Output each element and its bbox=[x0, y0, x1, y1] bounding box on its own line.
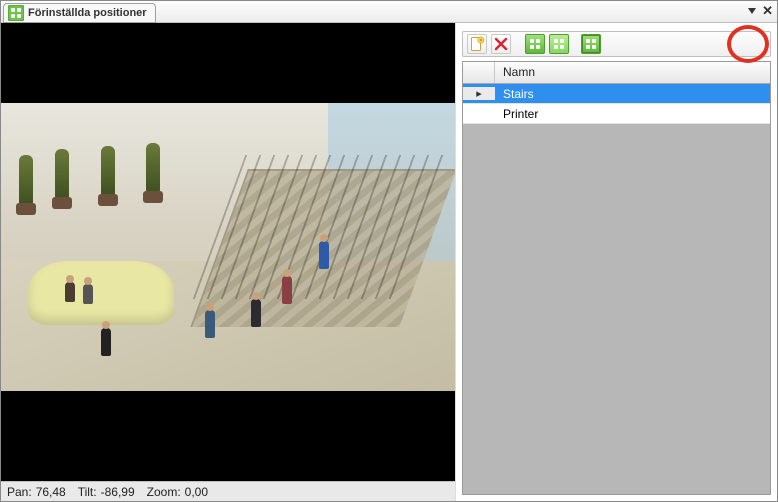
row-selection-indicator-icon: ▸ bbox=[463, 87, 495, 100]
new-page-icon bbox=[469, 36, 485, 52]
ptz-status-bar: Pan: 76,48 Tilt: -86,99 Zoom: 0,00 bbox=[1, 481, 455, 501]
table-row[interactable]: ▸ Stairs bbox=[463, 84, 770, 104]
add-current-grid-icon bbox=[553, 38, 565, 50]
preset-grid-rows: ▸ Stairs Printer bbox=[463, 84, 770, 124]
set-current-preset-button[interactable] bbox=[549, 34, 569, 54]
preset-name-cell[interactable]: Stairs bbox=[495, 87, 770, 101]
camera-video-area[interactable] bbox=[1, 23, 455, 481]
preset-positions-window: Förinställda positioner ✕ bbox=[0, 0, 778, 502]
pan-label: Pan: bbox=[7, 485, 32, 499]
preset-grid-header: Namn bbox=[463, 62, 770, 84]
window-tab-title: Förinställda positioner bbox=[28, 7, 147, 19]
title-bar: Förinställda positioner ✕ bbox=[1, 1, 777, 23]
right-pane: Namn ▸ Stairs Printer bbox=[456, 23, 777, 501]
content-area: Pan: 76,48 Tilt: -86,99 Zoom: 0,00 bbox=[1, 23, 777, 501]
left-pane: Pan: 76,48 Tilt: -86,99 Zoom: 0,00 bbox=[1, 23, 456, 501]
delete-icon bbox=[493, 36, 509, 52]
preset-name-cell[interactable]: Printer bbox=[495, 107, 770, 121]
pan-value: 76,48 bbox=[36, 485, 66, 499]
goto-preset-button[interactable] bbox=[525, 34, 545, 54]
preset-toolbar-wrap bbox=[456, 31, 777, 57]
zoom-label: Zoom: bbox=[147, 485, 181, 499]
window-tab[interactable]: Förinställda positioner bbox=[3, 3, 156, 23]
highlighted-preset-button[interactable] bbox=[581, 34, 601, 54]
expand-grid-icon bbox=[585, 38, 597, 50]
close-button[interactable]: ✕ bbox=[762, 4, 773, 17]
tilt-value: -86,99 bbox=[101, 485, 135, 499]
preset-toolbar bbox=[462, 31, 771, 57]
app-grid-icon bbox=[8, 5, 24, 21]
title-bar-controls: ✕ bbox=[748, 4, 773, 17]
goto-grid-icon bbox=[529, 38, 541, 50]
row-indicator-header bbox=[463, 62, 495, 83]
table-row[interactable]: Printer bbox=[463, 104, 770, 124]
new-preset-button[interactable] bbox=[467, 34, 487, 54]
window-menu-dropdown-icon[interactable] bbox=[748, 8, 756, 14]
tilt-label: Tilt: bbox=[78, 485, 97, 499]
grid-empty-area bbox=[463, 124, 770, 494]
delete-preset-button[interactable] bbox=[491, 34, 511, 54]
preset-grid: Namn ▸ Stairs Printer bbox=[462, 61, 771, 495]
column-header-name[interactable]: Namn bbox=[495, 62, 770, 83]
zoom-value: 0,00 bbox=[185, 485, 208, 499]
camera-frame-scene bbox=[1, 103, 455, 391]
